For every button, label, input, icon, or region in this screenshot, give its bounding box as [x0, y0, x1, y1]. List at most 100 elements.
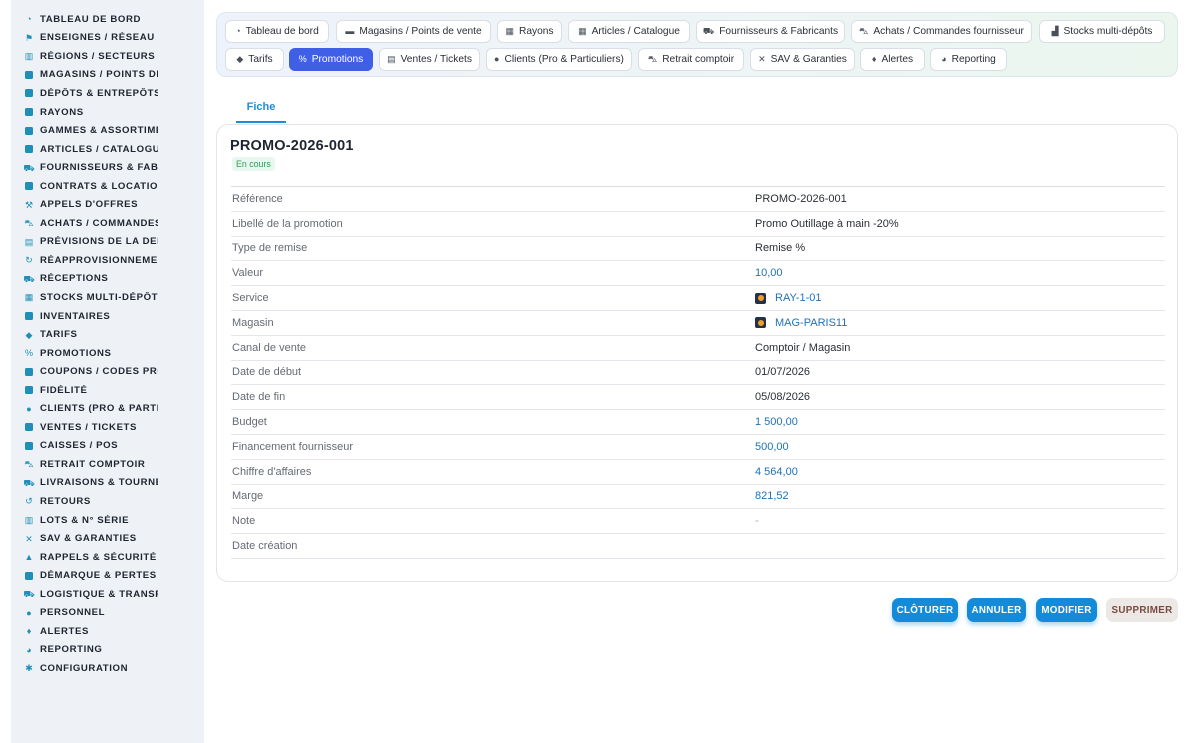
- tab-clients[interactable]: ● Clients (Pro & Particuliers): [486, 48, 632, 71]
- field-row-chiffre-affaires: Chiffre d'affaires 4 564,00: [231, 460, 1165, 485]
- percent-icon: %: [298, 54, 307, 64]
- tab-tableau-de-bord[interactable]: ◔ Tableau de bord: [225, 20, 329, 43]
- cancel-button[interactable]: ANNULER: [967, 598, 1026, 622]
- tab-tarifs[interactable]: ◆ Tarifs: [225, 48, 284, 71]
- tab-ventes[interactable]: ▤ Ventes / Tickets: [379, 48, 480, 71]
- field-label: Note: [232, 515, 256, 528]
- sidebar-item-previsions[interactable]: ▤ Prévisions de la dema: [11, 233, 204, 252]
- users-icon: ●: [26, 607, 32, 618]
- pie-icon: ◕: [26, 644, 32, 655]
- sidebar-item-retours[interactable]: ↺ Retours: [11, 492, 204, 511]
- tab-articles[interactable]: ▦ Articles / Catalogue: [568, 20, 690, 43]
- field-value: Promo Outillage à main -20%: [755, 217, 899, 230]
- field-value: 1 500,00: [755, 416, 798, 429]
- truck-icon: ⛟: [702, 26, 715, 36]
- sidebar-item-tableau-de-bord[interactable]: ◔ Tableau de bord: [11, 10, 204, 29]
- edit-button[interactable]: MODIFIER: [1036, 598, 1097, 622]
- sidebar-item-label: Régions / Secteurs: [40, 50, 156, 62]
- record-fields-table: Référence PROMO-2026-001 Libellé de la pr…: [231, 186, 1165, 559]
- tab-magasins[interactable]: ▬ Magasins / Points de vente: [336, 20, 491, 43]
- field-value: 821,52: [755, 490, 789, 503]
- sidebar-item-regions[interactable]: ▥ Régions / Secteurs: [11, 47, 204, 66]
- tab-retrait-comptoir[interactable]: ⛍ Retrait comptoir: [638, 48, 744, 71]
- register-icon: [24, 441, 34, 451]
- service-link[interactable]: RAY-1-01: [755, 292, 821, 304]
- sidebar-item-label: Prévisions de la dema: [40, 236, 158, 248]
- logistics-icon: ⛟: [23, 589, 35, 600]
- tab-label: Stocks multi-dépôts: [1063, 26, 1153, 37]
- sidebar-item-receptions[interactable]: ⛟ Réceptions: [11, 270, 204, 289]
- sidebar-item-label: Retrait comptoir: [40, 458, 146, 470]
- tab-label: Ventes / Tickets: [400, 54, 472, 65]
- sidebar-item-reporting[interactable]: ◕ Reporting: [11, 641, 204, 660]
- sidebar-item-label: Réceptions: [40, 273, 109, 285]
- sidebar-item-rappels[interactable]: ▲ Rappels & Sécurité: [11, 548, 204, 567]
- sidebar-item-fidelite[interactable]: Fidélité: [11, 381, 204, 400]
- sidebar-item-sav[interactable]: ✕ SAV & Garanties: [11, 529, 204, 548]
- sidebar-item-coupons[interactable]: Coupons / Codes prom: [11, 362, 204, 381]
- field-label: Budget: [232, 416, 267, 429]
- record-card: PROMO-2026-001 En cours Référence PROMO-2…: [216, 124, 1178, 582]
- sidebar-item-personnel[interactable]: ● Personnel: [11, 604, 204, 623]
- barcode-icon: ▥: [24, 515, 34, 526]
- sidebar-item-enseignes[interactable]: ⚑ Enseignes / Réseau: [11, 29, 204, 48]
- sidebar-item-ventes[interactable]: Ventes / Tickets: [11, 418, 204, 437]
- field-value: 05/08/2026: [755, 391, 811, 404]
- sidebar-item-label: Fidélité: [40, 384, 88, 396]
- tab-sav[interactable]: ✕ SAV & Garanties: [750, 48, 855, 71]
- sidebar-item-caisses[interactable]: Caisses / POS: [11, 437, 204, 456]
- sidebar-item-rayons[interactable]: Rayons: [11, 103, 204, 122]
- sidebar-item-fournisseurs[interactable]: ⛟ Fournisseurs & Fabri: [11, 158, 204, 177]
- module-tabs-bar: ◔ Tableau de bord ▬ Magasins / Points de v…: [216, 12, 1178, 77]
- field-value: -: [755, 515, 759, 528]
- sidebar-item-lots[interactable]: ▥ Lots & N° série: [11, 511, 204, 530]
- field-value: 10,00: [755, 267, 783, 280]
- sidebar-item-magasins[interactable]: Magasins / Points de v: [11, 66, 204, 85]
- sidebar-item-label: Caisses / POS: [40, 440, 119, 452]
- magasin-link[interactable]: MAG-PARIS11: [755, 317, 847, 329]
- sidebar-item-achats[interactable]: ⛍ Achats / Commandes F: [11, 214, 204, 233]
- sidebar-item-clients[interactable]: ● Clients (Pro & Particu: [11, 399, 204, 418]
- sidebar-item-label: Stocks multi-dépôts: [40, 291, 158, 303]
- tab-stocks[interactable]: ▟ Stocks multi-dépôts: [1039, 20, 1165, 43]
- tab-reporting[interactable]: ◕ Reporting: [930, 48, 1007, 71]
- cart-icon: ⛍: [24, 218, 34, 229]
- sidebar-item-depots[interactable]: Dépôts & Entrepôts: [11, 84, 204, 103]
- sidebar-item-appels-offres[interactable]: ⚒ Appels d'offres: [11, 195, 204, 214]
- dashboard-icon: ◔: [26, 14, 32, 25]
- sidebar-item-tarifs[interactable]: ◆ Tarifs: [11, 325, 204, 344]
- sidebar-item-logistique[interactable]: ⛟ Logistique & Transpo: [11, 585, 204, 604]
- tab-label: Tableau de bord: [245, 26, 319, 37]
- field-value: MAG-PARIS11: [775, 316, 848, 329]
- field-label: Chiffre d'affaires: [232, 465, 312, 478]
- sidebar-item-configuration[interactable]: ✱ Configuration: [11, 659, 204, 678]
- sidebar-item-inventaires[interactable]: Inventaires: [11, 307, 204, 326]
- tab-fournisseurs[interactable]: ⛟ Fournisseurs & Fabricants: [696, 20, 845, 43]
- subtab-fiche[interactable]: Fiche: [236, 92, 286, 123]
- sidebar-item-label: Gammes & Assortiment: [40, 125, 158, 137]
- car-icon: ⛍: [647, 54, 658, 64]
- sidebar-item-stocks[interactable]: ▦ Stocks multi-dépôts: [11, 288, 204, 307]
- field-value: 4 564,00: [755, 465, 798, 478]
- tab-label: Achats / Commandes fournisseur: [873, 26, 1024, 37]
- field-label: Date de fin: [232, 391, 286, 404]
- sidebar-item-demarque[interactable]: Démarque & Pertes: [11, 566, 204, 585]
- sidebar-item-gammes[interactable]: Gammes & Assortiment: [11, 121, 204, 140]
- tab-rayons[interactable]: ▦ Rayons: [497, 20, 562, 43]
- sidebar-item-reappro[interactable]: ↻ Réapprovisionnement: [11, 251, 204, 270]
- sidebar-item-alertes[interactable]: ♦ Alertes: [11, 622, 204, 641]
- sidebar-item-contrats[interactable]: Contrats & Location: [11, 177, 204, 196]
- tab-alertes[interactable]: ♦ Alertes: [860, 48, 925, 71]
- sidebar-item-livraisons[interactable]: ⛟ Livraisons & Tournées: [11, 474, 204, 493]
- close-button[interactable]: CLÔTURER: [892, 598, 958, 622]
- tab-label: Promotions: [311, 54, 364, 65]
- tab-promotions[interactable]: % Promotions: [289, 48, 373, 71]
- sidebar-item-articles[interactable]: Articles / Catalogue: [11, 140, 204, 159]
- tab-achats[interactable]: ⛍ Achats / Commandes fournisseur: [851, 20, 1032, 43]
- tab-label: Reporting: [951, 54, 996, 65]
- sidebar-item-label: Clients (Pro & Particu: [40, 403, 158, 415]
- delete-button[interactable]: SUPPRIMER: [1106, 598, 1178, 622]
- sidebar-item-retrait[interactable]: ⛍ Retrait comptoir: [11, 455, 204, 474]
- tools-icon: ✕: [758, 54, 766, 64]
- sidebar-item-promotions[interactable]: % Promotions: [11, 344, 204, 363]
